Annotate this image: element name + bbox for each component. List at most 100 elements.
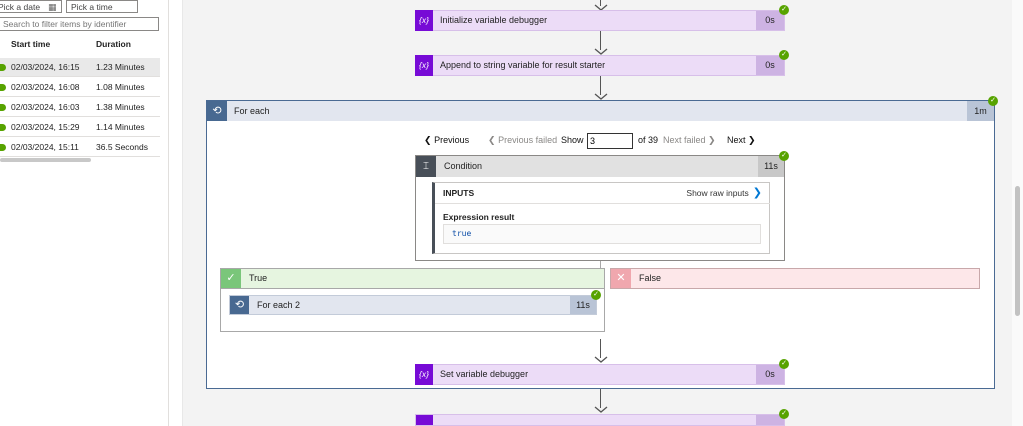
- next-variable-action[interactable]: [415, 414, 785, 426]
- run-duration: 1.23 Minutes: [96, 62, 145, 72]
- filter-input[interactable]: [0, 17, 159, 31]
- success-check-icon: ✓: [779, 50, 789, 60]
- run-row[interactable]: 02/03/2024, 15:11 36.5 Seconds: [0, 138, 160, 157]
- next-label: Next: [727, 135, 746, 145]
- branch-connector: [600, 261, 601, 268]
- initialize-variable-action[interactable]: {x} Initialize variable debugger 0s: [415, 10, 785, 31]
- run-row[interactable]: 02/03/2024, 16:15 1.23 Minutes: [0, 58, 160, 77]
- append-variable-action[interactable]: {x} Append to string variable for result…: [415, 55, 785, 76]
- success-check-icon: ✓: [779, 409, 789, 419]
- true-branch-header[interactable]: ✓ True: [220, 268, 605, 289]
- variable-icon: {x}: [415, 364, 433, 385]
- run-start-time: 02/03/2024, 16:15: [11, 62, 80, 72]
- panel-divider: [168, 0, 169, 426]
- run-row[interactable]: 02/03/2024, 16:03 1.38 Minutes: [0, 98, 160, 117]
- iteration-total: of 39: [638, 135, 659, 145]
- true-branch-label: True: [249, 273, 268, 283]
- run-row[interactable]: 02/03/2024, 15:29 1.14 Minutes: [0, 118, 160, 137]
- scrollbar-thumb[interactable]: [1015, 186, 1020, 316]
- previous-label: Previous: [434, 135, 470, 145]
- action-label: Set variable debugger: [440, 369, 529, 379]
- column-start-time[interactable]: Start time: [11, 39, 50, 49]
- set-variable-action[interactable]: {x} Set variable debugger 0s: [415, 364, 785, 385]
- foreach2-action[interactable]: ⟲ For each 2 11s: [229, 295, 597, 315]
- loop-icon: ⟲: [207, 101, 227, 121]
- inputs-section: INPUTS Show raw inputs ❯ Expression resul…: [432, 182, 770, 254]
- run-duration: 1.38 Minutes: [96, 102, 145, 112]
- raw-inputs-label: Show raw inputs: [686, 188, 749, 198]
- chevron-left-icon: ❮: [488, 135, 496, 145]
- action-label: Initialize variable debugger: [440, 15, 548, 25]
- chevron-right-icon: ❯: [752, 187, 762, 199]
- close-icon: ✕: [611, 269, 631, 288]
- expression-result-box: true: [443, 224, 761, 244]
- status-succeeded-icon: [0, 64, 6, 71]
- variable-icon: [416, 415, 433, 425]
- foreach-header[interactable]: ⟲ For each 1m: [207, 101, 994, 121]
- status-succeeded-icon: [0, 144, 6, 151]
- flow-arrow: [594, 31, 608, 55]
- flow-arrow: [594, 389, 608, 413]
- variable-icon: {x}: [415, 10, 433, 31]
- next-failed-label: Next failed: [663, 135, 706, 145]
- run-duration: 1.08 Minutes: [96, 82, 145, 92]
- success-check-icon: ✓: [591, 290, 601, 300]
- run-start-time: 02/03/2024, 16:03: [11, 102, 80, 112]
- success-check-icon: ✓: [779, 5, 789, 15]
- vertical-scrollbar[interactable]: [1012, 0, 1023, 426]
- condition-header[interactable]: ⌶ Condition 11s: [416, 156, 784, 177]
- run-row[interactable]: 02/03/2024, 16:08 1.08 Minutes: [0, 78, 160, 97]
- calendar-icon: ▦: [48, 2, 57, 12]
- show-raw-inputs-link[interactable]: Show raw inputs ❯: [686, 183, 762, 204]
- status-succeeded-icon: [0, 104, 6, 111]
- action-duration: 0s: [756, 11, 784, 30]
- previous-button[interactable]: ❮ Previous: [424, 133, 469, 147]
- check-icon: ✓: [221, 269, 241, 288]
- time-picker[interactable]: Pick a time: [66, 0, 138, 13]
- previous-failed-label: Previous failed: [498, 135, 558, 145]
- condition-icon: ⌶: [416, 156, 436, 177]
- status-succeeded-icon: [0, 84, 6, 91]
- show-label: Show: [561, 135, 584, 145]
- flow-arrow: [594, 76, 608, 100]
- run-table-header: Start time Duration: [0, 39, 160, 53]
- horizontal-scrollbar[interactable]: [0, 158, 91, 162]
- chevron-left-icon: ❮: [424, 135, 432, 145]
- iteration-input[interactable]: [587, 133, 633, 149]
- success-check-icon: ✓: [988, 96, 998, 106]
- date-filter-row: Pick a date ▦ Pick a time: [0, 0, 160, 14]
- false-branch-header[interactable]: ✕ False: [610, 268, 980, 289]
- chevron-right-icon: ❯: [708, 135, 716, 145]
- status-succeeded-icon: [0, 124, 6, 131]
- run-duration: 1.14 Minutes: [96, 122, 145, 132]
- action-duration: 0s: [756, 56, 784, 75]
- run-start-time: 02/03/2024, 15:29: [11, 122, 80, 132]
- flow-arrow: [594, 339, 608, 363]
- loop-icon: ⟲: [230, 296, 249, 314]
- run-history-panel: Pick a date ▦ Pick a time Start time Dur…: [0, 0, 160, 426]
- inputs-title: INPUTS: [443, 188, 475, 198]
- previous-failed-button[interactable]: ❮ Previous failed: [488, 133, 557, 147]
- date-picker[interactable]: Pick a date ▦: [0, 0, 62, 13]
- next-button[interactable]: Next ❯: [727, 133, 756, 147]
- success-check-icon: ✓: [779, 151, 789, 161]
- chevron-right-icon: ❯: [748, 135, 756, 145]
- run-start-time: 02/03/2024, 16:08: [11, 82, 80, 92]
- success-check-icon: ✓: [779, 359, 789, 369]
- run-start-time: 02/03/2024, 15:11: [11, 142, 79, 152]
- expression-result-label: Expression result: [443, 212, 515, 222]
- foreach-title: For each: [234, 106, 270, 116]
- foreach2-title: For each 2: [257, 300, 301, 310]
- column-duration[interactable]: Duration: [96, 39, 131, 49]
- variable-icon: {x}: [415, 55, 433, 76]
- inputs-header: INPUTS Show raw inputs ❯: [435, 183, 770, 204]
- next-failed-button[interactable]: Next failed ❯: [663, 133, 716, 147]
- date-picker-placeholder: Pick a date: [0, 2, 41, 12]
- run-duration: 36.5 Seconds: [96, 142, 148, 152]
- false-branch-label: False: [639, 273, 662, 283]
- condition-action: ⌶ Condition 11s INPUTS Show raw inputs ❯ …: [415, 155, 785, 261]
- action-duration: 0s: [756, 365, 784, 384]
- expression-result-value: true: [452, 229, 472, 238]
- time-picker-placeholder: Pick a time: [71, 2, 113, 12]
- action-label: Append to string variable for result sta…: [440, 60, 606, 70]
